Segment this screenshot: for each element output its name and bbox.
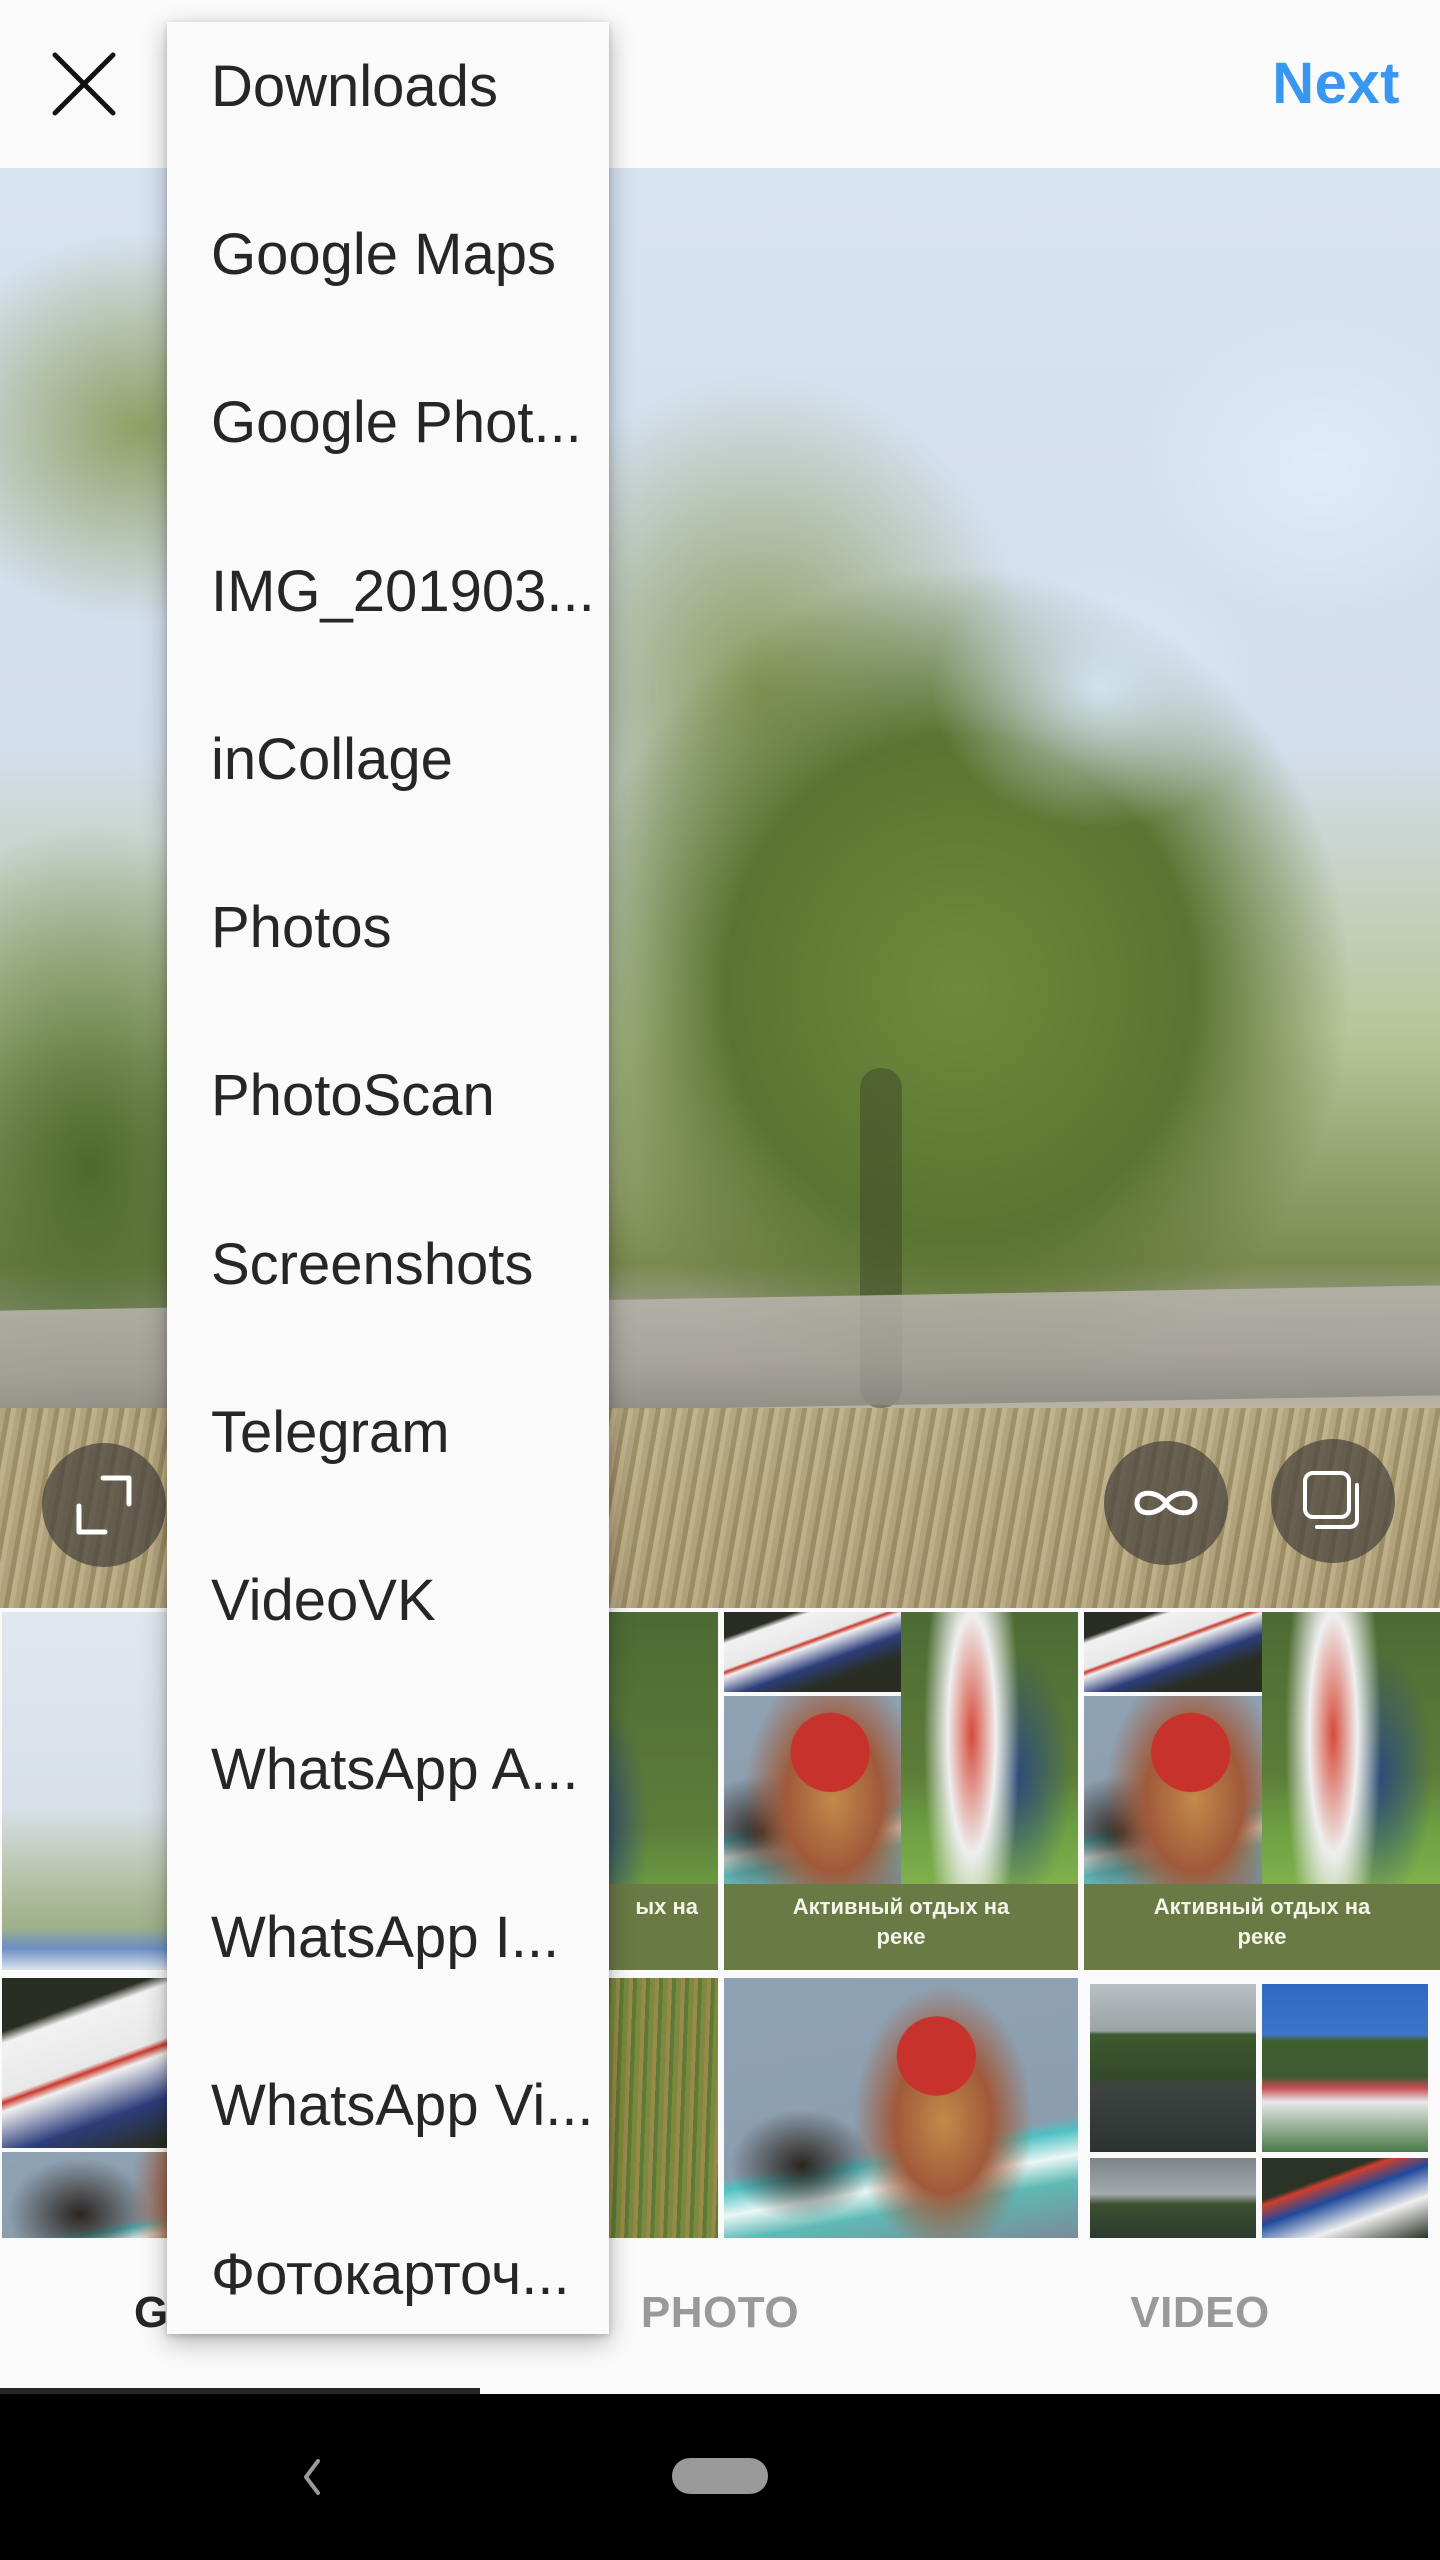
- folder-menu-item[interactable]: Screenshots: [167, 1180, 609, 1348]
- folder-menu-item-label: WhatsApp A...: [211, 1736, 579, 1802]
- folder-menu-item-label: PhotoScan: [211, 1063, 495, 1129]
- folder-menu-item[interactable]: Google Maps: [167, 170, 609, 338]
- folder-menu-item-label: Google Maps: [211, 221, 556, 287]
- folder-menu-item[interactable]: inCollage: [167, 675, 609, 843]
- thumbnail-caption: Активный отдых на реке: [724, 1884, 1078, 1970]
- back-chevron-icon: [304, 2459, 320, 2495]
- folder-menu-item-label: Photos: [211, 895, 392, 961]
- select-multiple-button[interactable]: [1271, 1439, 1395, 1563]
- thumbnail[interactable]: [1084, 1978, 1440, 2238]
- expand-icon: [76, 1475, 132, 1535]
- multiple-layers-icon: [1303, 1471, 1359, 1529]
- folder-dropdown-menu: Downloads Google Maps Google Phot... IMG_20…: [167, 22, 609, 2334]
- folder-menu-item-label: Фотокарточ...: [211, 2241, 570, 2307]
- folder-menu-item-label: Screenshots: [211, 1231, 534, 1297]
- folder-menu-item[interactable]: Google Phot...: [167, 339, 609, 507]
- close-icon: [52, 52, 116, 116]
- folder-menu-item[interactable]: Фотокарточ...: [167, 2190, 609, 2334]
- folder-menu-item[interactable]: WhatsApp A...: [167, 1685, 609, 1853]
- home-pill-icon[interactable]: [672, 2458, 768, 2494]
- folder-menu-item[interactable]: VideoVK: [167, 1517, 609, 1685]
- folder-menu-item-label: WhatsApp Vi...: [211, 2073, 594, 2139]
- folder-menu-item[interactable]: WhatsApp I...: [167, 1853, 609, 2021]
- folder-menu-item[interactable]: IMG_201903...: [167, 507, 609, 675]
- system-navigation-bar: [0, 2394, 1440, 2560]
- thumbnail[interactable]: Активный отдых на реке: [724, 1612, 1078, 1970]
- folder-menu-item-label: IMG_201903...: [211, 558, 595, 624]
- next-button[interactable]: Next: [1272, 44, 1400, 124]
- thumbnail-caption: Активный отдых на реке: [1084, 1884, 1440, 1970]
- gallery-picker-screen: Next ых на Активный отдых на реке Активн…: [0, 0, 1440, 2560]
- tab-video[interactable]: VIDEO: [960, 2238, 1440, 2388]
- infinity-icon: [1134, 1490, 1198, 1516]
- folder-menu-item[interactable]: Downloads: [167, 22, 609, 170]
- thumbnail[interactable]: Активный отдых на реке: [1084, 1612, 1440, 1970]
- close-button[interactable]: [40, 40, 128, 128]
- folder-menu-item-label: VideoVK: [211, 1568, 436, 1634]
- folder-menu-item[interactable]: PhotoScan: [167, 1012, 609, 1180]
- system-back-button[interactable]: [292, 2434, 332, 2520]
- folder-list: Downloads Google Maps Google Phot... IMG_20…: [167, 22, 609, 2334]
- boomerang-button[interactable]: [1104, 1441, 1228, 1565]
- folder-menu-item[interactable]: Photos: [167, 843, 609, 1011]
- folder-menu-item[interactable]: WhatsApp Vi...: [167, 2022, 609, 2190]
- folder-menu-item-label: Google Phot...: [211, 390, 582, 456]
- folder-menu-item-label: WhatsApp I...: [211, 1904, 560, 1970]
- thumbnail[interactable]: [724, 1978, 1078, 2238]
- folder-menu-item[interactable]: Telegram: [167, 1348, 609, 1516]
- folder-menu-item-label: inCollage: [211, 726, 453, 792]
- folder-menu-item-label: Telegram: [211, 1400, 450, 1466]
- expand-button[interactable]: [42, 1443, 166, 1567]
- folder-menu-item-label: Downloads: [211, 53, 498, 119]
